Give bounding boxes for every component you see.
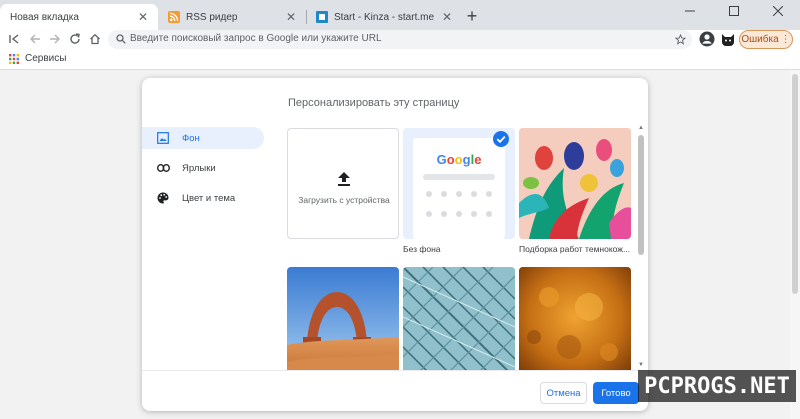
upload-label: Загрузить с устройства — [298, 195, 390, 205]
startme-icon — [316, 11, 328, 23]
tab-new-tab[interactable]: Новая вкладка ✕ — [0, 4, 158, 30]
apps-grid-icon[interactable] — [9, 54, 19, 64]
arrow-left-icon — [30, 34, 40, 44]
star-icon[interactable] — [675, 34, 686, 45]
link-icon — [156, 161, 170, 175]
menu-item-label: Ярлыки — [182, 162, 216, 174]
close-icon — [773, 6, 783, 16]
menu-item-background[interactable]: Фон — [142, 127, 264, 149]
arrow-right-icon — [50, 34, 60, 44]
scroll-down-arrow-icon[interactable]: ▼ — [638, 362, 644, 368]
forward-button[interactable] — [47, 31, 63, 47]
preview-search-box — [423, 174, 495, 180]
address-bar[interactable]: Введите поисковый запрос в Google или ук… — [108, 30, 692, 49]
dialog-title: Персонализировать эту страницу — [288, 97, 460, 109]
reload-icon — [70, 33, 80, 44]
apps-bookmark[interactable]: Сервисы — [25, 53, 66, 64]
done-button[interactable]: Готово — [593, 382, 639, 404]
desert-arch-image — [287, 267, 399, 370]
preview-shortcut-dots — [426, 191, 492, 217]
image-icon — [156, 131, 170, 145]
upload-from-device-tile[interactable]: Загрузить с устройства — [287, 128, 399, 239]
art-collection-tile[interactable] — [519, 128, 631, 239]
background-grid-scrollbar[interactable]: ▲ ▼ — [637, 125, 645, 370]
cancel-button[interactable]: Отмена — [540, 382, 587, 404]
minimize-button[interactable] — [668, 0, 712, 22]
profile-avatar-icon[interactable] — [699, 31, 715, 47]
texture-tile[interactable] — [519, 267, 631, 370]
menu-item-shortcuts[interactable]: Ярлыки — [142, 157, 264, 179]
tab-start-me[interactable]: Start - Kinza - start.me ✕ — [306, 4, 462, 30]
error-button-label: Ошибка — [741, 34, 779, 45]
page-scrollbar[interactable] — [790, 70, 800, 419]
google-logo: Google — [436, 152, 482, 167]
palette-icon — [156, 191, 170, 205]
back-button[interactable] — [27, 31, 43, 47]
upload-icon — [338, 172, 350, 186]
watermark: PCPROGS.NET — [638, 370, 796, 402]
dialog-footer: Отмена Готово — [142, 370, 648, 411]
architecture-tile[interactable] — [403, 267, 515, 370]
menu-item-label: Фон — [182, 132, 200, 144]
menu-item-label: Цвет и тема — [182, 192, 236, 204]
grid-scrollbar-thumb[interactable] — [638, 135, 644, 255]
background-grid: Загрузить с устройства Google Без фона П… — [287, 127, 638, 370]
menu-item-color-theme[interactable]: Цвет и тема — [142, 187, 264, 209]
close-window-button[interactable] — [756, 0, 800, 22]
extension-cat-icon[interactable] — [720, 31, 736, 47]
floral-art-image — [519, 128, 631, 239]
home-first-button[interactable] — [6, 31, 22, 47]
error-button[interactable]: Ошибка ⋮ — [739, 30, 793, 49]
close-tab-icon[interactable]: ✕ — [284, 10, 298, 24]
close-tab-icon[interactable]: ✕ — [136, 10, 150, 24]
toolbar: Введите поисковый запрос в Google или ук… — [0, 30, 800, 49]
page-scrollbar-thumb[interactable] — [792, 74, 798, 294]
tab-rss-reader[interactable]: RSS ридер ✕ — [158, 4, 306, 30]
bookmarks-bar: Сервисы — [0, 49, 800, 70]
tile-caption: Подборка работ темнокож... — [519, 244, 631, 254]
scroll-up-arrow-icon[interactable]: ▲ — [638, 125, 644, 131]
reload-button[interactable] — [67, 31, 83, 47]
rss-icon — [168, 11, 180, 23]
minimize-icon — [685, 10, 695, 12]
home-icon — [90, 33, 100, 45]
tab-strip: Новая вкладка ✕ RSS ридер ✕ Start - Kinz… — [0, 0, 800, 30]
skip-back-icon — [9, 34, 19, 44]
close-tab-icon[interactable]: ✕ — [440, 10, 454, 24]
search-icon — [116, 34, 126, 44]
glass-building-image — [403, 267, 515, 370]
home-button[interactable] — [87, 31, 103, 47]
no-background-tile[interactable]: Google — [403, 128, 515, 239]
customize-dialog: Персонализировать эту страницу Фон Ярлык… — [142, 78, 648, 411]
new-tab-button[interactable]: + — [464, 7, 480, 25]
selected-check-icon — [493, 131, 509, 147]
maximize-icon — [729, 6, 739, 16]
address-placeholder: Введите поисковый запрос в Google или ук… — [130, 33, 382, 44]
tile-caption: Без фона — [403, 244, 441, 254]
landscape-tile[interactable] — [287, 267, 399, 370]
more-vert-icon: ⋮ — [780, 34, 791, 45]
orange-texture-image — [519, 267, 631, 370]
preview-card: Google — [413, 138, 505, 239]
maximize-button[interactable] — [712, 0, 756, 22]
